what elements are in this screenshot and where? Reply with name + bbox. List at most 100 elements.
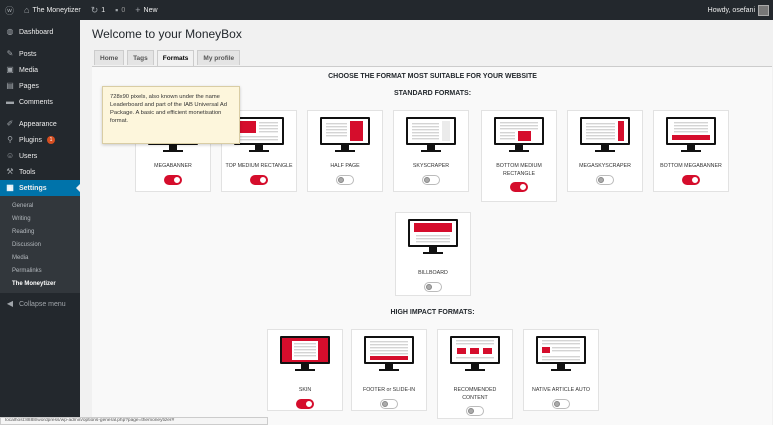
comments-link[interactable]: ▪ 0 [110, 0, 130, 20]
format-label: FOOTER or SLIDE-IN [362, 387, 416, 393]
users-icon: ☺ [6, 151, 15, 160]
sidebar-item-label: Pages [19, 82, 39, 90]
format-card-skyscraper[interactable]: SKYSCRAPER [393, 110, 469, 192]
submenu-reading[interactable]: Reading [0, 225, 80, 238]
collapse-icon: ◀ [6, 299, 14, 308]
monitor-svg [666, 117, 716, 152]
toggle-knob [692, 176, 698, 183]
sidebar-item-appearance[interactable]: ✐ Appearance [0, 116, 80, 132]
format-toggle[interactable] [682, 174, 700, 185]
sidebar-item-users[interactable]: ☺ Users [0, 148, 80, 164]
format-toggle[interactable] [596, 174, 614, 185]
tab-formats[interactable]: Formats [156, 50, 195, 66]
format-label: SKYSCRAPER [412, 163, 450, 169]
wordpress-icon: ⓦ [5, 5, 15, 16]
collapse-menu-button[interactable]: ◀ Collapse menu [0, 296, 80, 312]
sidebar-item-comments[interactable]: ▬ Comments [0, 94, 80, 110]
submenu-permalinks[interactable]: Permalinks [0, 264, 80, 277]
monitor-icon [536, 336, 586, 377]
format-label: BOTTOM MEGABANNER [660, 163, 722, 169]
format-toggle[interactable] [552, 398, 570, 409]
sidebar-item-label: Tools [19, 168, 36, 176]
sidebar-item-label: Comments [19, 98, 53, 106]
monitor-icon [406, 117, 456, 158]
pages-icon: ▤ [6, 81, 14, 90]
format-card-megaskyscraper[interactable]: MEGASKYSCRAPER [567, 110, 643, 192]
my-account-link[interactable]: Howdy, osefani [708, 4, 773, 16]
toggle-knob [382, 400, 388, 407]
standard-formats-heading: STANDARD FORMATS: [393, 90, 472, 97]
toggle-knob [468, 408, 474, 414]
format-toggle[interactable] [510, 182, 528, 192]
dashboard-icon: ◍ [6, 27, 14, 36]
monitor-svg [280, 336, 330, 371]
format-card-recommended-content[interactable]: RECOMMENDED CONTENT [437, 329, 513, 419]
sidebar-item-tools[interactable]: ⚒ Tools [0, 164, 80, 180]
new-content-link[interactable]: + New [130, 0, 162, 20]
tab-tags[interactable]: Tags [127, 50, 154, 65]
format-card-half-page[interactable]: HALF PAGE [307, 110, 383, 192]
toggle-knob [554, 400, 560, 407]
format-toggle[interactable] [250, 174, 268, 185]
pin-icon: ✎ [6, 49, 14, 58]
sidebar-item-label: Appearance [19, 120, 57, 128]
wp-logo-button[interactable]: ⓦ [0, 0, 19, 20]
format-card-bottom-megabanner[interactable]: BOTTOM MEGABANNER [653, 110, 729, 192]
monitor-svg [450, 336, 500, 371]
monitor-icon [580, 117, 630, 158]
plus-icon: + [135, 5, 141, 15]
submenu-discussion[interactable]: Discussion [0, 238, 80, 251]
toggle-knob [174, 176, 180, 183]
wrench-icon: ⚒ [6, 167, 14, 176]
monitor-icon [320, 117, 370, 158]
new-label: New [143, 6, 158, 14]
sidebar-item-settings[interactable]: ▦ Settings [0, 180, 80, 196]
site-name-link[interactable]: ⌂ The Moneytizer [19, 0, 86, 20]
updates-count: 1 [101, 6, 106, 14]
monitor-icon [364, 336, 414, 377]
tab-my-profile[interactable]: My profile [197, 50, 241, 65]
tab-home[interactable]: Home [94, 50, 125, 65]
submenu-general[interactable]: General [0, 199, 80, 212]
format-toggle[interactable] [296, 398, 314, 409]
sidebar-item-pages[interactable]: ▤ Pages [0, 78, 80, 94]
sidebar-item-plugins[interactable]: ⚲ Plugins 1 [0, 132, 80, 148]
format-toggle[interactable] [336, 174, 354, 185]
monitor-icon [234, 117, 284, 158]
format-card-footer-slide-in[interactable]: FOOTER or SLIDE-IN [351, 329, 427, 411]
format-toggle[interactable] [424, 281, 442, 292]
brush-icon: ✐ [6, 119, 14, 128]
settings-icon: ▦ [6, 183, 14, 192]
format-card-bottom-medium-rectangle[interactable]: BOTTOM MEDIUM RECTANGLE [481, 110, 557, 202]
monitor-icon [408, 219, 458, 260]
format-toggle[interactable] [466, 406, 484, 416]
page-title: Welcome to your MoneyBox [92, 27, 242, 41]
plugin-icon: ⚲ [7, 135, 13, 144]
comments-count: 0 [121, 6, 126, 14]
sidebar-item-label: Media [19, 66, 39, 74]
sidebar-item-posts[interactable]: ✎ Posts [0, 46, 80, 62]
sidebar-item-dashboard[interactable]: ◍ Dashboard [0, 24, 80, 40]
format-label: SKIN [298, 387, 312, 393]
sidebar-item-label: Users [19, 152, 38, 160]
format-toggle[interactable] [380, 398, 398, 409]
toggle-knob [338, 176, 344, 183]
format-label: BOTTOM MEDIUM RECTANGLE [496, 163, 542, 177]
submenu-the-moneytizer[interactable]: The Moneytizer [0, 277, 80, 290]
main-heading: CHOOSE THE FORMAT MOST SUITABLE FOR YOUR… [328, 73, 537, 80]
submenu-media[interactable]: Media [0, 251, 80, 264]
sidebar-item-media[interactable]: ▣ Media [0, 62, 80, 78]
updates-link[interactable]: ↻ 1 [86, 0, 110, 20]
avatar [758, 4, 769, 16]
format-label: HALF PAGE [330, 163, 360, 169]
format-card-native-article-auto[interactable]: NATIVE ARTICLE AUTO [523, 329, 599, 411]
submenu-writing[interactable]: Writing [0, 212, 80, 225]
format-card-billboard[interactable]: BILLBOARD [395, 212, 471, 296]
format-card-skin[interactable]: SKIN [267, 329, 343, 411]
format-toggle[interactable] [422, 174, 440, 185]
toggle-knob [520, 184, 526, 190]
monitor-icon [450, 336, 500, 377]
format-toggle[interactable] [164, 174, 182, 185]
home-icon: ⌂ [24, 5, 30, 15]
monitor-svg [364, 336, 414, 371]
